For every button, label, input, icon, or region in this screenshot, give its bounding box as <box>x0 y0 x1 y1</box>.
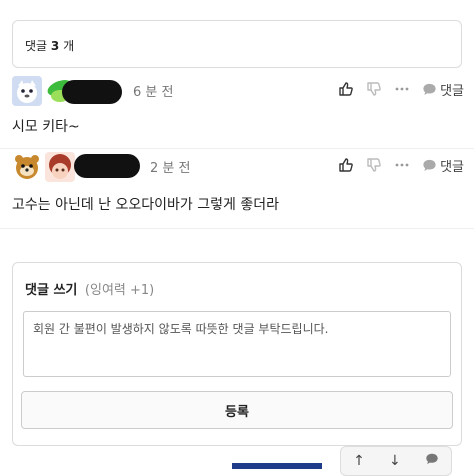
reply-button[interactable]: 댓글 <box>422 80 464 99</box>
dislike-button[interactable] <box>366 157 382 173</box>
more-icon <box>395 87 409 91</box>
more-button[interactable] <box>394 157 410 173</box>
thumbs-up-icon <box>339 82 353 96</box>
reply-label: 댓글 <box>440 159 464 175</box>
comment-count-label: 댓글 3 개 <box>25 37 74 54</box>
reply-button[interactable]: 댓글 <box>422 156 464 175</box>
thumbs-down-icon <box>367 82 381 96</box>
more-icon <box>395 163 409 167</box>
avatar[interactable] <box>12 76 42 106</box>
comment-item: 2 분 전 댓글 고수는 아닌데 난 오오다이바가 그렇게 좋더라 <box>0 150 474 229</box>
comment-input[interactable] <box>23 311 451 377</box>
comment-count-box: 댓글 3 개 <box>12 20 462 68</box>
like-button[interactable] <box>338 157 354 173</box>
image-thumbnail <box>232 463 322 469</box>
like-button[interactable] <box>338 81 354 97</box>
comment-actions: 댓글 <box>326 78 464 100</box>
floating-nav-bar: ↑ ↓ <box>340 446 452 476</box>
more-button[interactable] <box>394 81 410 97</box>
speech-bubble-icon <box>423 83 436 95</box>
speech-bubble-icon <box>423 159 436 171</box>
avatar[interactable] <box>12 152 42 182</box>
comment-count-number: 3 <box>50 39 60 53</box>
comment-count-suffix: 개 <box>63 39 75 53</box>
submit-button[interactable]: 등록 <box>21 391 453 429</box>
badge-icon <box>45 152 75 182</box>
thumbs-down-icon <box>367 158 381 172</box>
comment-time: 2 분 전 <box>150 161 191 176</box>
write-title-sub: (잉여력 +1) <box>84 283 155 298</box>
reply-label: 댓글 <box>440 83 464 99</box>
comment-actions: 댓글 <box>326 154 464 176</box>
comment-time: 6 분 전 <box>133 85 174 100</box>
comment-item: 6 분 전 댓글 시모 키타~ <box>0 74 474 149</box>
dislike-button[interactable] <box>366 81 382 97</box>
comment-write-box: 댓글 쓰기 (잉여력 +1) 등록 <box>12 262 462 446</box>
chat-icon[interactable] <box>425 452 439 470</box>
comment-count-prefix: 댓글 <box>25 39 48 53</box>
thumbs-up-icon <box>339 158 353 172</box>
write-title-label: 댓글 쓰기 <box>25 283 78 298</box>
author-name-redacted[interactable] <box>62 80 122 104</box>
arrow-down-icon[interactable]: ↓ <box>389 453 401 469</box>
comment-text: 시모 키타~ <box>12 119 80 135</box>
comment-text: 고수는 아닌데 난 오오다이바가 그렇게 좋더라 <box>12 197 279 213</box>
write-title: 댓글 쓰기 (잉여력 +1) <box>25 279 154 298</box>
author-name-redacted[interactable] <box>74 154 140 178</box>
arrow-up-icon[interactable]: ↑ <box>353 453 365 469</box>
